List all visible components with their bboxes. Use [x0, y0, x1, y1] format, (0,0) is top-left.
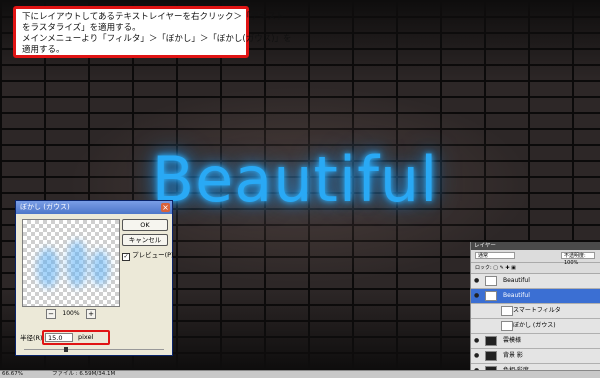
layer-row[interactable]: ● 雲模様 — [471, 334, 600, 349]
note-line: 下にレイアウトしてあるテキストレイヤーを右クリック＞「テキスト — [22, 12, 285, 22]
eye-icon[interactable]: ● — [474, 278, 480, 284]
eye-icon[interactable]: ● — [474, 338, 480, 344]
layers-panel: レイヤー 通常 不透明度: 100% ロック: ▢ ✎ ✚ ▣ ● Beautif… — [470, 242, 600, 370]
layer-name: 雲模様 — [503, 337, 522, 344]
layer-thumbnail — [485, 276, 497, 286]
zoom-level: 100% — [62, 310, 80, 317]
ok-button[interactable]: OK — [122, 219, 168, 231]
lock-controls[interactable]: ロック: ▢ ✎ ✚ ▣ — [471, 263, 600, 274]
preview-checkbox[interactable]: ✓ — [122, 253, 130, 261]
layer-name: スマートフィルタ — [513, 307, 561, 314]
layer-name: 背景 影 — [503, 352, 523, 359]
preview-checkbox-row[interactable]: ✓ プレビュー(P) — [122, 251, 174, 261]
eye-icon[interactable]: ● — [474, 293, 480, 299]
layer-thumbnail — [485, 351, 497, 361]
radius-slider-thumb[interactable] — [64, 347, 68, 352]
preview-label: プレビュー(P) — [132, 251, 174, 259]
eye-icon[interactable]: ● — [474, 353, 480, 359]
layer-name: ぼかし (ガウス) — [513, 322, 556, 329]
layer-thumbnail — [501, 321, 513, 331]
layer-name: Beautiful — [503, 292, 530, 299]
dialog-titlebar[interactable]: ぼかし (ガウス) × — [16, 201, 172, 214]
note-line: 適用する。 — [22, 45, 65, 55]
note-line: メインメニューより「フィルタ」＞「ぼかし」＞「ぼかし(ガウス)」を — [22, 34, 292, 44]
zoom-in-button[interactable]: + — [86, 309, 96, 319]
close-icon[interactable]: × — [161, 203, 170, 212]
opacity-field[interactable]: 不透明度: 100% — [561, 252, 595, 266]
gaussian-blur-dialog: ぼかし (ガウス) × − 100% + OK キャンセル ✓ プレビュー(P)… — [15, 200, 174, 356]
layer-thumbnail — [485, 291, 497, 301]
layer-row[interactable]: ● Beautiful — [471, 274, 600, 289]
layer-row[interactable]: スマートフィルタ — [471, 304, 600, 319]
layer-name: Beautiful — [503, 277, 530, 284]
instruction-note: 下にレイアウトしてあるテキストレイヤーを右クリック＞「テキスト をラスタライズ」… — [13, 6, 292, 58]
preview-zoom-controls: − 100% + — [46, 309, 96, 319]
radius-unit: pixel — [78, 333, 94, 341]
radius-slider-track[interactable] — [24, 349, 164, 350]
layers-options-bar: 通常 不透明度: 100% — [471, 250, 600, 266]
layer-list: ● Beautiful ● Beautiful スマートフィルタ ぼかし (ガウス) ● 雲模… — [471, 274, 600, 370]
layer-thumbnail — [501, 306, 513, 316]
document-size-info: ファイル : 6.59M/34.1M — [52, 371, 116, 377]
dialog-title: ぼかし (ガウス) — [20, 203, 70, 211]
preview-blur-shape — [91, 250, 109, 286]
cancel-button[interactable]: キャンセル — [122, 234, 168, 246]
layer-row[interactable]: ぼかし (ガウス) — [471, 319, 600, 334]
layers-tab[interactable]: レイヤー — [471, 242, 600, 250]
note-line: をラスタライズ」を適用する。 — [22, 23, 141, 33]
status-bar: 66.67% ファイル : 6.59M/34.1M — [0, 370, 600, 378]
status-zoom[interactable]: 66.67% — [2, 371, 23, 378]
layer-thumbnail — [485, 336, 497, 346]
radius-input[interactable]: 15.0 — [45, 333, 73, 342]
preview-blur-shape — [67, 240, 87, 288]
blend-mode-select[interactable]: 通常 — [475, 252, 515, 259]
preview-blur-shape — [37, 248, 59, 288]
layer-row[interactable]: ● 背景 影 — [471, 349, 600, 364]
blur-preview[interactable] — [22, 219, 120, 307]
zoom-out-button[interactable]: − — [46, 309, 56, 319]
layer-row[interactable]: ● Beautiful — [471, 289, 600, 304]
